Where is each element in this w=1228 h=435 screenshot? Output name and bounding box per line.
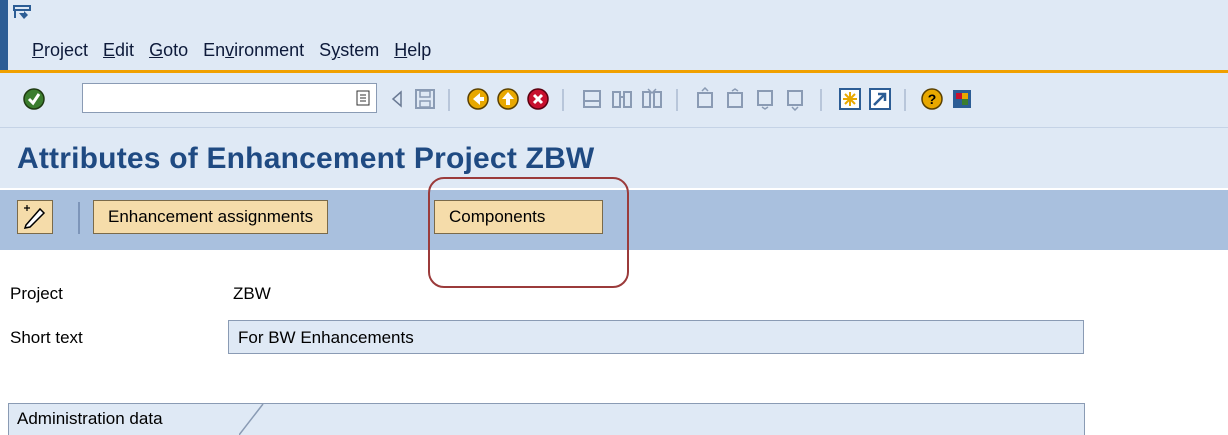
- standard-toolbar: ?: [0, 73, 1228, 128]
- administration-data-section: Administration data: [8, 403, 1085, 435]
- administration-data-tab[interactable]: Administration data: [9, 404, 163, 435]
- toolbar-separator: [676, 89, 678, 111]
- tab-edge: [239, 404, 264, 435]
- enter-icon[interactable]: [22, 87, 46, 111]
- project-value: ZBW: [233, 284, 271, 303]
- print-icon[interactable]: [580, 87, 604, 111]
- menu-system[interactable]: System: [319, 40, 379, 61]
- menu-goto[interactable]: Goto: [149, 40, 188, 61]
- title-bar: Project Edit Goto Environment System Hel…: [0, 0, 1228, 72]
- menu-bar: Project Edit Goto Environment System Hel…: [32, 40, 446, 61]
- toolbar-separator: [562, 89, 564, 111]
- menu-edit[interactable]: Edit: [103, 40, 134, 61]
- toolbar-separator: [448, 89, 450, 111]
- find-icon[interactable]: [610, 87, 634, 111]
- project-label: Project: [10, 284, 63, 303]
- command-field[interactable]: [82, 83, 377, 113]
- system-menu-icon[interactable]: [13, 5, 31, 19]
- menu-help[interactable]: Help: [394, 40, 431, 61]
- exit-icon[interactable]: [496, 87, 520, 111]
- display-change-button[interactable]: [17, 200, 53, 234]
- help-icon[interactable]: ?: [920, 87, 944, 111]
- short-text-field[interactable]: For BW Enhancements: [228, 320, 1084, 354]
- cancel-icon[interactable]: [526, 87, 550, 111]
- save-icon[interactable]: [413, 87, 437, 111]
- command-toggle-icon[interactable]: [390, 87, 404, 111]
- create-session-icon[interactable]: [838, 87, 862, 111]
- toolbar-separator: [904, 89, 906, 111]
- next-page-icon[interactable]: [754, 87, 778, 111]
- find-next-icon[interactable]: [640, 87, 664, 111]
- pencil-icon: [23, 205, 46, 229]
- page-title: Attributes of Enhancement Project ZBW: [17, 142, 595, 175]
- back-icon[interactable]: [466, 87, 490, 111]
- svg-text:?: ?: [928, 91, 937, 107]
- command-dropdown-icon[interactable]: [356, 90, 370, 106]
- last-page-icon[interactable]: [784, 87, 808, 111]
- shortcut-icon[interactable]: [868, 87, 892, 111]
- layout-menu-icon[interactable]: [950, 87, 974, 111]
- first-page-icon[interactable]: [694, 87, 718, 111]
- menu-environment[interactable]: Environment: [203, 40, 304, 61]
- enhancement-assignments-button[interactable]: Enhancement assignments: [93, 200, 329, 234]
- highlight-annotation: [428, 177, 629, 288]
- window-edge: [0, 0, 8, 72]
- app-toolbar-separator: [78, 202, 80, 234]
- short-text-label: Short text: [10, 328, 83, 347]
- menu-project[interactable]: Project: [32, 40, 88, 61]
- previous-page-icon[interactable]: [724, 87, 748, 111]
- toolbar-separator: [820, 89, 822, 111]
